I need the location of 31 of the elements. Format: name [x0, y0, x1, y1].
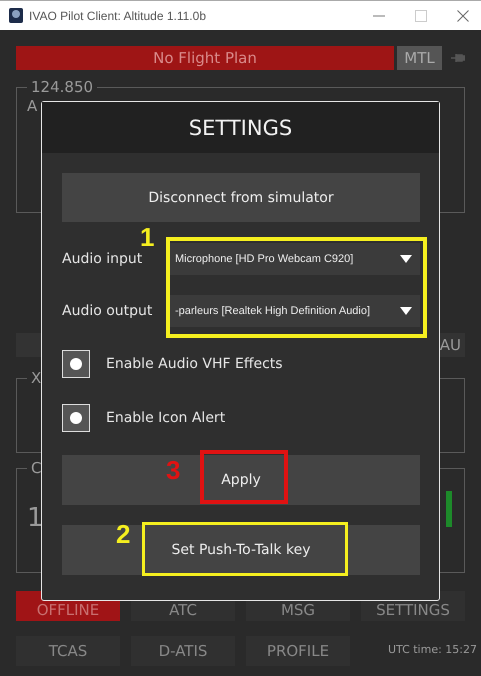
caret-icon [400, 255, 412, 263]
value-text: 1 [27, 503, 44, 535]
option-label: Enable Audio VHF Effects [106, 356, 283, 372]
panel-button[interactable]: D-ATIS [131, 636, 235, 666]
panel-button[interactable]: PROFILE [246, 636, 350, 666]
disconnect-button[interactable]: Disconnect from simulator [62, 173, 420, 222]
signal-bar [446, 491, 452, 527]
step-number: 3 [166, 457, 180, 483]
group-legend: X [27, 369, 46, 387]
field-label: Audio output [62, 303, 154, 319]
app-icon [9, 8, 23, 23]
side-button-text: AU [440, 336, 461, 354]
option-label: Enable Icon Alert [106, 410, 226, 426]
device-dropdown[interactable]: Microphone [HD Pro Webcam C920] [169, 243, 420, 275]
window-title: IVAO Pilot Client: Altitude 1.11.0b [29, 8, 207, 22]
close-icon[interactable] [457, 10, 469, 22]
field-label: Audio input [62, 251, 144, 267]
device-dropdown[interactable]: -parleurs [Realtek High Definition Audio] [169, 295, 420, 327]
flight-plan-status: No Flight Plan [16, 46, 394, 70]
utc-time: UTC time: 15:27 [388, 643, 477, 656]
checkbox[interactable] [62, 404, 90, 432]
mtl-button[interactable]: MTL [397, 46, 442, 70]
frequency-label: 124.850 [30, 78, 94, 96]
group-legend: C [27, 459, 46, 477]
dialog-title: SETTINGS [42, 102, 439, 153]
step-number: 1 [140, 224, 154, 250]
minimize-icon[interactable] [373, 14, 385, 16]
checkbox[interactable] [62, 350, 90, 378]
panel-button[interactable]: TCAS [16, 636, 120, 666]
caret-icon [400, 307, 412, 315]
station-text: A [27, 97, 38, 115]
